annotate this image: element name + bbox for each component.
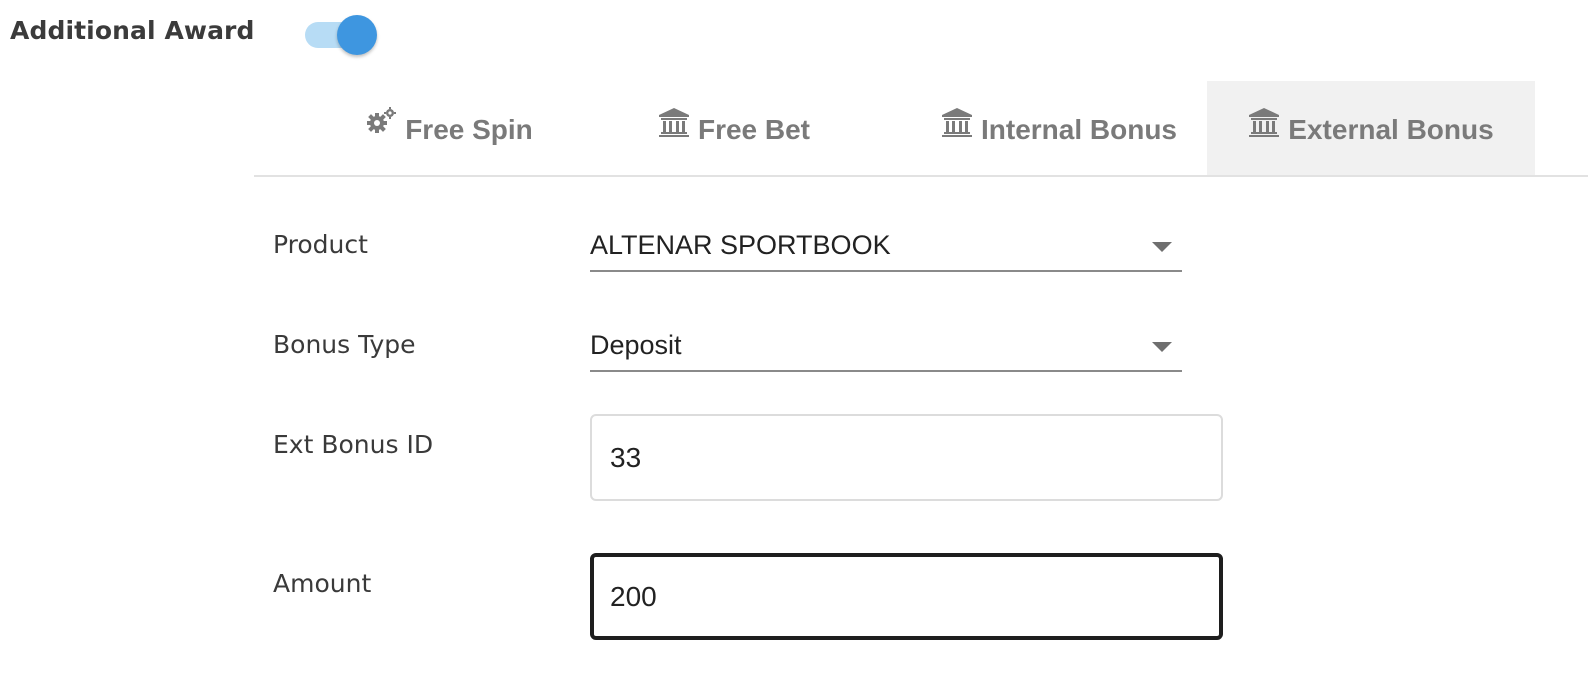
bonus-type-label: Bonus Type <box>273 330 416 359</box>
amount-label: Amount <box>273 569 372 598</box>
ext-bonus-id-label: Ext Bonus ID <box>273 430 434 459</box>
caret-down-icon <box>1152 342 1172 352</box>
bank-icon <box>658 106 690 138</box>
amount-input[interactable] <box>590 553 1223 640</box>
tab-free-bet[interactable]: Free Bet <box>624 81 844 175</box>
product-label: Product <box>273 230 368 259</box>
caret-down-icon <box>1152 242 1172 252</box>
tab-internal-bonus[interactable]: Internal Bonus <box>914 81 1204 175</box>
bank-icon <box>1248 106 1280 138</box>
toggle-thumb[interactable] <box>337 15 377 55</box>
ext-bonus-id-input[interactable] <box>590 414 1223 501</box>
tab-label: External Bonus <box>1288 114 1494 145</box>
bonus-type-select[interactable]: Deposit <box>590 328 1182 372</box>
tab-label: Free Bet <box>697 114 811 145</box>
additional-award-label: Additional Award <box>10 16 255 45</box>
tab-label: Internal Bonus <box>980 114 1177 145</box>
product-select-value: ALTENAR SPORTBOOK <box>590 230 891 260</box>
tab-label: Free Spin <box>405 114 533 145</box>
bonus-type-select-value: Deposit <box>590 330 682 360</box>
tab-external-bonus[interactable]: External Bonus <box>1207 81 1535 175</box>
bank-icon <box>941 106 973 138</box>
tab-free-spin[interactable]: Free Spin <box>314 81 584 175</box>
award-type-tabs: Free Spin Free Bet Internal Bonus Extern… <box>254 81 1588 177</box>
additional-award-toggle[interactable] <box>305 14 379 56</box>
product-select[interactable]: ALTENAR SPORTBOOK <box>590 228 1182 272</box>
gears-icon <box>365 106 397 138</box>
